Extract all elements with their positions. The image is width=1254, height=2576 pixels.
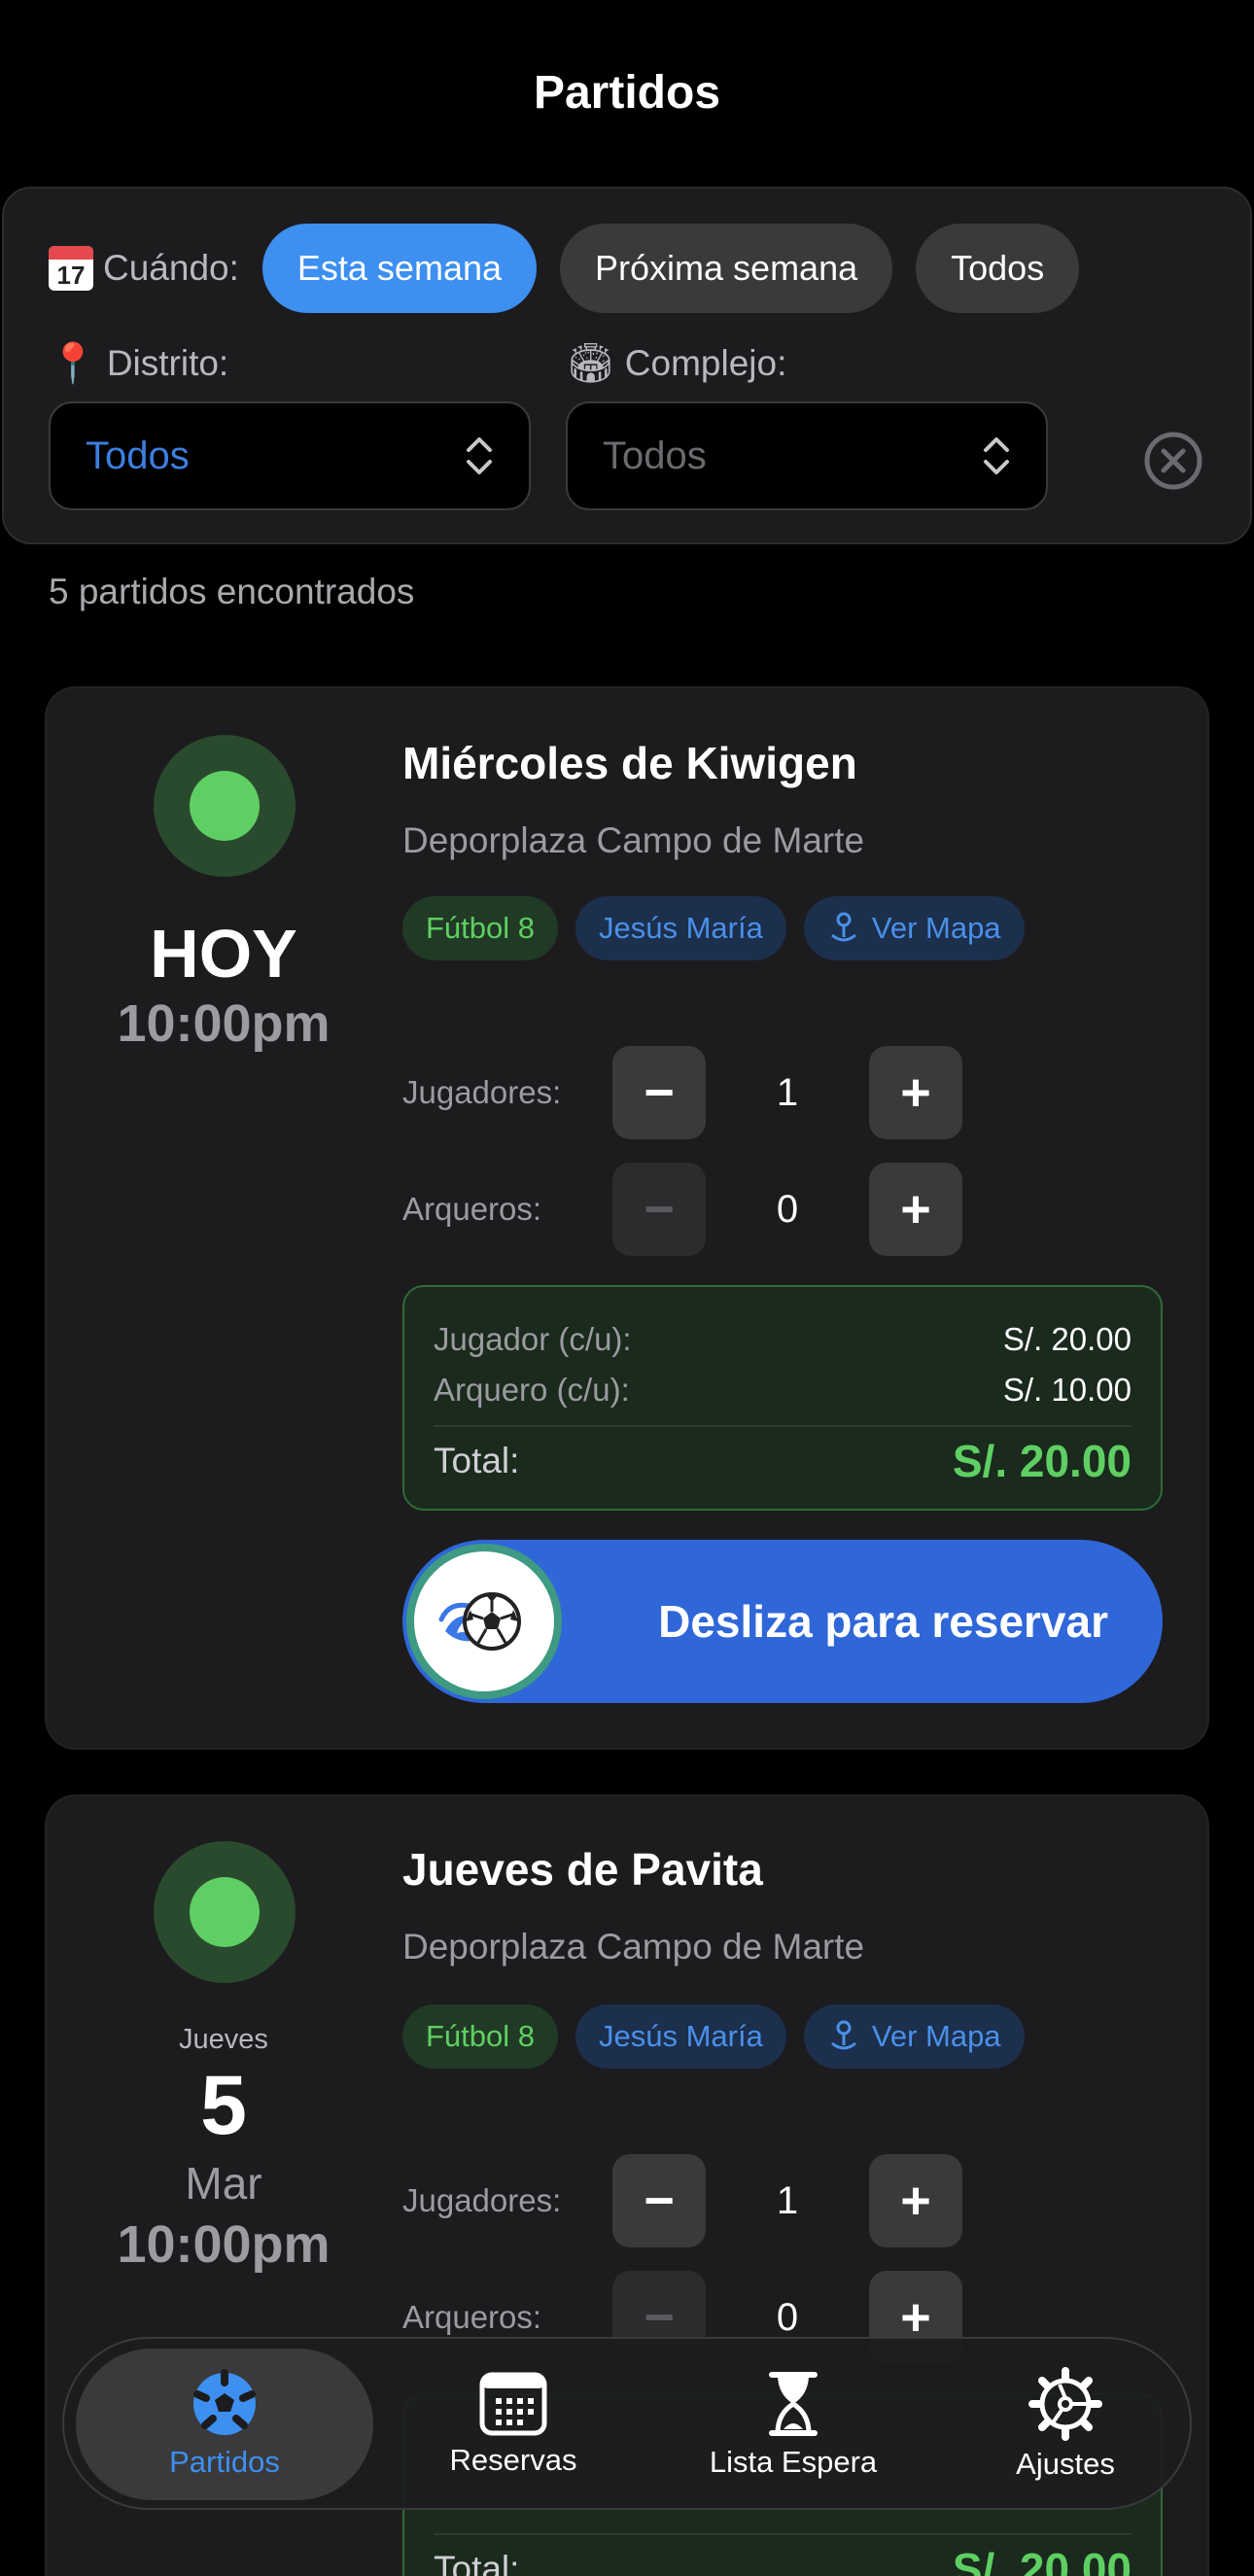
pin-icon: 📍: [49, 341, 97, 386]
match-title: Miércoles de Kiwigen: [402, 738, 857, 788]
chevron-updown-icon: [467, 437, 492, 474]
match-tags: Fútbol 8 Jesús María Ver Mapa: [402, 2004, 1042, 2069]
sport-badge: Fútbol 8: [402, 2004, 559, 2069]
date-month: Mar: [185, 2158, 262, 2209]
when-this-week-button[interactable]: Esta semana: [261, 224, 538, 313]
players-stepper: Jugadores: − 1 +: [402, 2154, 962, 2247]
total-label: Total:: [434, 1441, 520, 1480]
price-player-label: Jugador (c/u):: [434, 1321, 632, 1357]
goalies-value: 0: [776, 2295, 799, 2339]
players-value: 1: [776, 1070, 799, 1114]
results-count: 5 partidos encontrados: [49, 572, 415, 611]
goalies-increment-button[interactable]: +: [869, 1163, 962, 1256]
when-label: Cuándo:: [103, 248, 239, 288]
goalies-stepper: Arqueros: − 0 +: [402, 1163, 962, 1256]
match-venue: Deporplaza Campo de Marte: [402, 1927, 865, 1967]
clear-filters-icon[interactable]: [1143, 431, 1203, 491]
tab-label: Reservas: [449, 2443, 577, 2477]
players-decrement-button[interactable]: −: [612, 1046, 706, 1139]
tab-reservas[interactable]: Reservas: [406, 2339, 620, 2510]
complex-filter: 🏟 Complejo: Todos: [566, 340, 1048, 510]
price-goalie-value: S/. 10.00: [1002, 1372, 1132, 1408]
players-value: 1: [776, 2178, 799, 2222]
district-badge: Jesús María: [575, 2004, 786, 2069]
status-indicator: [154, 735, 296, 877]
match-card: HOY 10:00pm Miércoles de Kiwigen Deporpl…: [47, 688, 1207, 1748]
when-filter: 17 Cuándo: Esta semana Próxima semana To…: [49, 224, 1080, 313]
page-title: Partidos: [533, 67, 721, 119]
slide-handle[interactable]: [406, 1544, 562, 1699]
match-date: Jueves 5 Mar 10:00pm: [47, 2020, 401, 2275]
players-label: Jugadores:: [402, 2182, 562, 2218]
district-select[interactable]: Todos: [49, 401, 531, 510]
match-venue: Deporplaza Campo de Marte: [402, 820, 865, 860]
match-time: 10:00pm: [117, 994, 331, 1053]
players-increment-button[interactable]: +: [869, 1046, 962, 1139]
district-label: Distrito:: [106, 342, 229, 383]
date-day: 5: [200, 2059, 247, 2152]
when-all-button[interactable]: Todos: [916, 224, 1080, 313]
price-goalie-label: Arquero (c/u):: [434, 1372, 630, 1408]
district-badge: Jesús María: [575, 896, 786, 960]
view-map-button[interactable]: Ver Mapa: [803, 2004, 1025, 2069]
match-tags: Fútbol 8 Jesús María Ver Mapa: [402, 896, 1042, 960]
total-value: S/. 20.00: [952, 1436, 1132, 1486]
goalies-label: Arqueros:: [402, 2299, 542, 2335]
gear-icon: [1028, 2367, 1102, 2441]
complex-select[interactable]: Todos: [566, 401, 1048, 510]
players-label: Jugadores:: [402, 1074, 562, 1110]
tab-label: Ajustes: [1016, 2447, 1115, 2481]
players-stepper: Jugadores: − 1 +: [402, 1046, 962, 1139]
date-main: HOY: [150, 916, 297, 992]
tab-bar: Partidos Reservas Lista Espera Ajustes: [62, 2337, 1192, 2510]
slide-to-book-control[interactable]: Desliza para reservar: [402, 1540, 1163, 1703]
sport-badge: Fútbol 8: [402, 896, 559, 960]
total-label: Total:: [434, 2549, 520, 2576]
players-increment-button[interactable]: +: [869, 2154, 962, 2247]
district-value: Todos: [86, 434, 190, 477]
tab-label: Lista Espera: [709, 2445, 878, 2479]
match-date: HOY 10:00pm: [47, 914, 401, 1054]
date-weekday: Jueves: [179, 2024, 268, 2055]
tab-lista-espera[interactable]: Lista Espera: [667, 2339, 920, 2510]
hourglass-icon: [769, 2372, 818, 2436]
filter-panel: 17 Cuándo: Esta semana Próxima semana To…: [2, 187, 1252, 544]
match-time: 10:00pm: [117, 2215, 331, 2274]
goalies-value: 0: [776, 1187, 799, 1231]
goalies-label: Arqueros:: [402, 1191, 542, 1227]
map-pin-icon: [830, 912, 856, 942]
district-filter: 📍 Distrito: Todos: [49, 340, 531, 510]
view-map-button[interactable]: Ver Mapa: [803, 896, 1025, 960]
complex-label: Complejo:: [624, 342, 787, 383]
price-summary: Jugador (c/u): S/. 20.00 Arquero (c/u): …: [402, 1285, 1163, 1511]
tab-partidos[interactable]: Partidos: [76, 2339, 373, 2510]
when-next-week-button[interactable]: Próxima semana: [560, 224, 893, 313]
stadium-icon: 🏟: [566, 341, 615, 386]
calendar-emoji-icon: 17: [49, 246, 93, 291]
slide-label: Desliza para reservar: [658, 1596, 1108, 1647]
calendar-icon: [479, 2372, 547, 2436]
goalies-decrement-button[interactable]: −: [612, 1163, 706, 1256]
players-decrement-button[interactable]: −: [612, 2154, 706, 2247]
complex-value: Todos: [603, 434, 707, 477]
map-pin-icon: [830, 2020, 856, 2050]
tab-ajustes[interactable]: Ajustes: [958, 2339, 1172, 2510]
tab-label: Partidos: [169, 2445, 280, 2479]
match-title: Jueves de Pavita: [402, 1844, 763, 1895]
soccer-ball-icon: [438, 1592, 521, 1651]
total-value: S/. 20.00: [952, 2544, 1132, 2576]
status-indicator: [154, 1841, 296, 1983]
price-player-value: S/. 20.00: [1002, 1321, 1132, 1357]
chevron-updown-icon: [984, 437, 1009, 474]
soccer-ball-icon: [193, 2369, 256, 2435]
